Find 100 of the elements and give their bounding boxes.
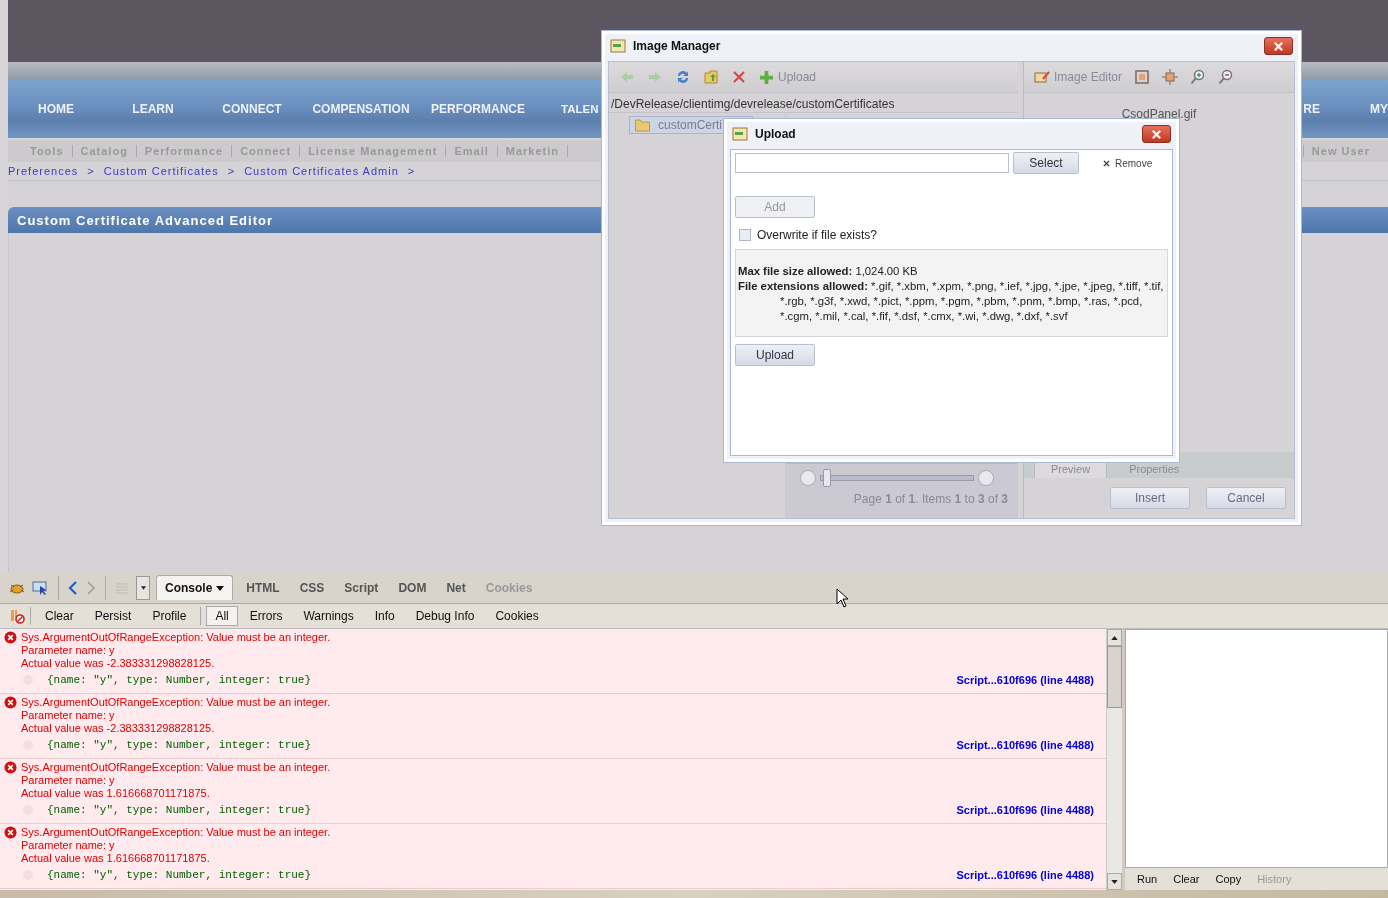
nav-link[interactable]: CONNECT [222, 102, 282, 116]
error-value: Actual value was 1.616668701171875. [20, 852, 211, 865]
object-dump[interactable]: {name: "y", type: Number, integer: true} [47, 869, 312, 881]
breadcrumb-separator: > [407, 165, 416, 177]
delete-icon[interactable] [731, 69, 747, 85]
error-value: Actual value was 1.616668701171875. [20, 787, 211, 800]
object-dump[interactable]: {name: "y", type: Number, integer: true} [47, 739, 312, 751]
pager-slider[interactable] [800, 470, 994, 486]
console-action[interactable]: Profile [143, 606, 196, 626]
breadcrumb-link[interactable]: Custom Certificates Admin [244, 165, 399, 177]
panel-tab[interactable]: Net [439, 577, 473, 598]
error-parameter: Parameter name: y [20, 839, 116, 852]
nav-link[interactable]: LEARN [132, 102, 174, 116]
forward-arrow-icon[interactable] [647, 69, 663, 85]
error-message: Sys.ArgumentOutOfRangeException: Value must be an integer. [21, 826, 331, 839]
error-parameter: Parameter name: y [20, 774, 116, 787]
nav-link[interactable]: HOME [38, 102, 74, 116]
image-edit-icon [1034, 69, 1050, 85]
error-message: Sys.ArgumentOutOfRangeException: Value must be an integer. [21, 761, 331, 774]
inspect-icon[interactable] [32, 579, 50, 596]
upload-button[interactable]: Upload [735, 344, 815, 366]
zoom-out-icon[interactable] [1218, 69, 1235, 85]
command-button[interactable]: Copy [1209, 871, 1248, 887]
panel-tab[interactable]: DOM [391, 577, 434, 598]
dialog-title: Upload [755, 127, 796, 141]
object-dump[interactable]: {name: "y", type: Number, integer: true} [47, 804, 312, 816]
zoom-in-icon[interactable] [1190, 69, 1207, 85]
forward-icon[interactable] [85, 579, 97, 596]
panel-tab[interactable]: HTML [239, 577, 287, 598]
scroll-down-icon [1111, 879, 1118, 884]
nav-link[interactable]: RE [1303, 102, 1320, 116]
source-link[interactable]: Script...610f696 (line 4488) [956, 674, 1094, 686]
close-icon [1151, 128, 1162, 140]
close-button[interactable] [1264, 37, 1293, 55]
error-icon [4, 761, 17, 774]
error-value: Actual value was -2.383331298828125. [20, 657, 216, 670]
back-arrow-icon[interactable] [619, 69, 635, 85]
checkbox[interactable] [739, 229, 751, 241]
console-action[interactable]: Persist [85, 606, 141, 626]
object-dump[interactable]: {name: "y", type: Number, integer: true} [47, 674, 312, 686]
source-link[interactable]: Script...610f696 (line 4488) [956, 739, 1094, 751]
fit-icon[interactable] [1134, 69, 1151, 85]
center-icon[interactable] [1162, 69, 1179, 85]
breadcrumb-link[interactable]: Custom Certificates [103, 165, 219, 177]
nav-link[interactable]: COMPENSATION [312, 102, 410, 116]
filter-button[interactable]: Cookies [486, 606, 548, 626]
caret-icon [140, 585, 146, 590]
folder-icon [634, 118, 651, 132]
breadcrumb-separator: > [227, 165, 236, 177]
filter-button[interactable]: All [206, 606, 238, 626]
window-icon [610, 38, 626, 54]
error-value: Actual value was -2.383331298828125. [20, 722, 216, 735]
error-message: Sys.ArgumentOutOfRangeException: Value must be an integer. [21, 696, 331, 709]
breadcrumb-separator: > [87, 165, 95, 177]
window-title: Image Manager [633, 39, 721, 53]
filter-button[interactable]: Debug Info [406, 606, 484, 626]
cursor-icon [836, 588, 848, 608]
remove-button[interactable]: Remove [1097, 156, 1159, 170]
panel-tab[interactable]: Script [337, 577, 386, 598]
dialog-button[interactable]: Cancel [1206, 487, 1286, 509]
select-button[interactable]: Select [1013, 152, 1079, 174]
error-icon [4, 826, 17, 839]
folder-path: /DevRelease/clientimg/devrelease/customCertificates [609, 93, 1018, 113]
scroll-thumb[interactable] [1107, 646, 1122, 708]
refresh-icon[interactable] [675, 69, 691, 85]
panel-tab[interactable]: CSS [292, 577, 332, 598]
checkbox-label: Overwrite if file exists? [757, 228, 878, 242]
breadcrumb-link[interactable]: Preferences [8, 165, 79, 177]
source-link[interactable]: Script...610f696 (line 4488) [956, 804, 1094, 816]
caret-icon [216, 585, 225, 591]
error-parameter: Parameter name: y [20, 644, 116, 657]
scrollbar[interactable] [1106, 629, 1122, 890]
error-icon [4, 631, 17, 644]
back-icon[interactable] [67, 579, 79, 596]
menu-dropdown[interactable] [136, 575, 150, 600]
clear-console-icon[interactable] [9, 608, 25, 624]
info-text: Max file size allowed: 1,024.00 KB [738, 264, 919, 279]
close-icon [1273, 40, 1284, 52]
file-name: CsodPanel.gif [1120, 106, 1198, 121]
error-icon [4, 696, 17, 709]
nav-link[interactable]: TALEN [561, 103, 599, 115]
dialog-button[interactable]: Insert [1110, 487, 1190, 509]
filter-button[interactable]: Info [365, 606, 404, 626]
pager-info: Page 1 of 1. Items 1 to 3 of 3 [853, 492, 1008, 506]
console-action[interactable]: Clear [36, 606, 83, 626]
panel-tab[interactable]: Console [156, 575, 234, 600]
info-text: File extensions allowed: *.gif, *.xbm, *.xpm, *.png, *.ief, *.jpg, *.jpe, *.jpeg, *.tiff, *.tif, *.rgb, *.g3f, *.xwd, *.pict, *.ppm, *.pgm, *.pbm, *.pnm, *.bmp, *.ras, *.pcd, *.cgm, *.mil, *.cal, *.fif, *.dsf, *.cmx, *.wi, *.dwg, *.dxf, *.svf [738, 279, 1165, 324]
file-field[interactable] [735, 153, 1009, 173]
filter-button[interactable]: Warnings [294, 606, 363, 626]
error-message: Sys.ArgumentOutOfRangeException: Value must be an integer. [21, 631, 331, 644]
close-icon [1103, 159, 1110, 167]
filter-button[interactable]: Errors [240, 606, 292, 626]
close-button[interactable] [1142, 125, 1171, 143]
nav-link[interactable]: MY [1370, 102, 1388, 116]
command-button[interactable]: Clear [1167, 871, 1206, 887]
folder-up-icon[interactable] [703, 69, 719, 85]
scroll-up-icon [1111, 635, 1118, 640]
source-link[interactable]: Script...610f696 (line 4488) [956, 869, 1094, 881]
command-button[interactable]: Run [1131, 871, 1164, 887]
nav-link[interactable]: PERFORMANCE [431, 102, 525, 116]
